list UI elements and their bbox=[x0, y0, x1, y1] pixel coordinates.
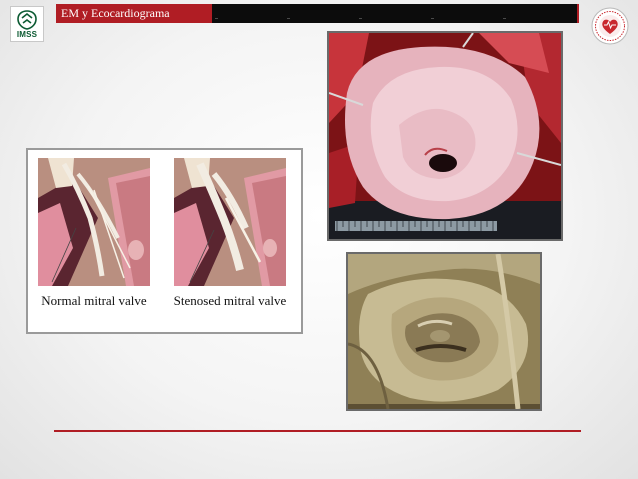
mitral-valve-diagram: Normal mitral valve Stenosed mitral valv… bbox=[26, 148, 303, 334]
footer-divider bbox=[54, 430, 581, 432]
surgical-valve-photo bbox=[327, 31, 563, 241]
header-tick bbox=[215, 18, 218, 19]
pathology-photo-image bbox=[348, 254, 540, 409]
header-dark-strip bbox=[212, 4, 577, 23]
cardiology-society-logo bbox=[590, 6, 630, 46]
header-bar: EM y Ecocardiograma bbox=[56, 4, 579, 23]
header-tick bbox=[287, 18, 290, 19]
imss-logo-text: IMSS bbox=[16, 30, 38, 39]
normal-valve-illustration bbox=[38, 158, 150, 286]
surgical-photo-image bbox=[329, 33, 561, 239]
imss-emblem-icon bbox=[17, 10, 37, 30]
normal-valve-caption: Normal mitral valve bbox=[41, 293, 147, 308]
imss-logo: IMSS bbox=[10, 6, 44, 42]
header-tick bbox=[431, 18, 434, 19]
stenosed-valve-caption: Stenosed mitral valve bbox=[173, 293, 287, 308]
pathology-valve-photo bbox=[346, 252, 542, 411]
header-tick bbox=[359, 18, 362, 19]
cardiology-society-heart-icon bbox=[591, 7, 629, 45]
header-tick bbox=[503, 18, 506, 19]
slide-header-title: EM y Ecocardiograma bbox=[61, 6, 170, 20]
stenosed-valve-illustration bbox=[174, 158, 286, 286]
